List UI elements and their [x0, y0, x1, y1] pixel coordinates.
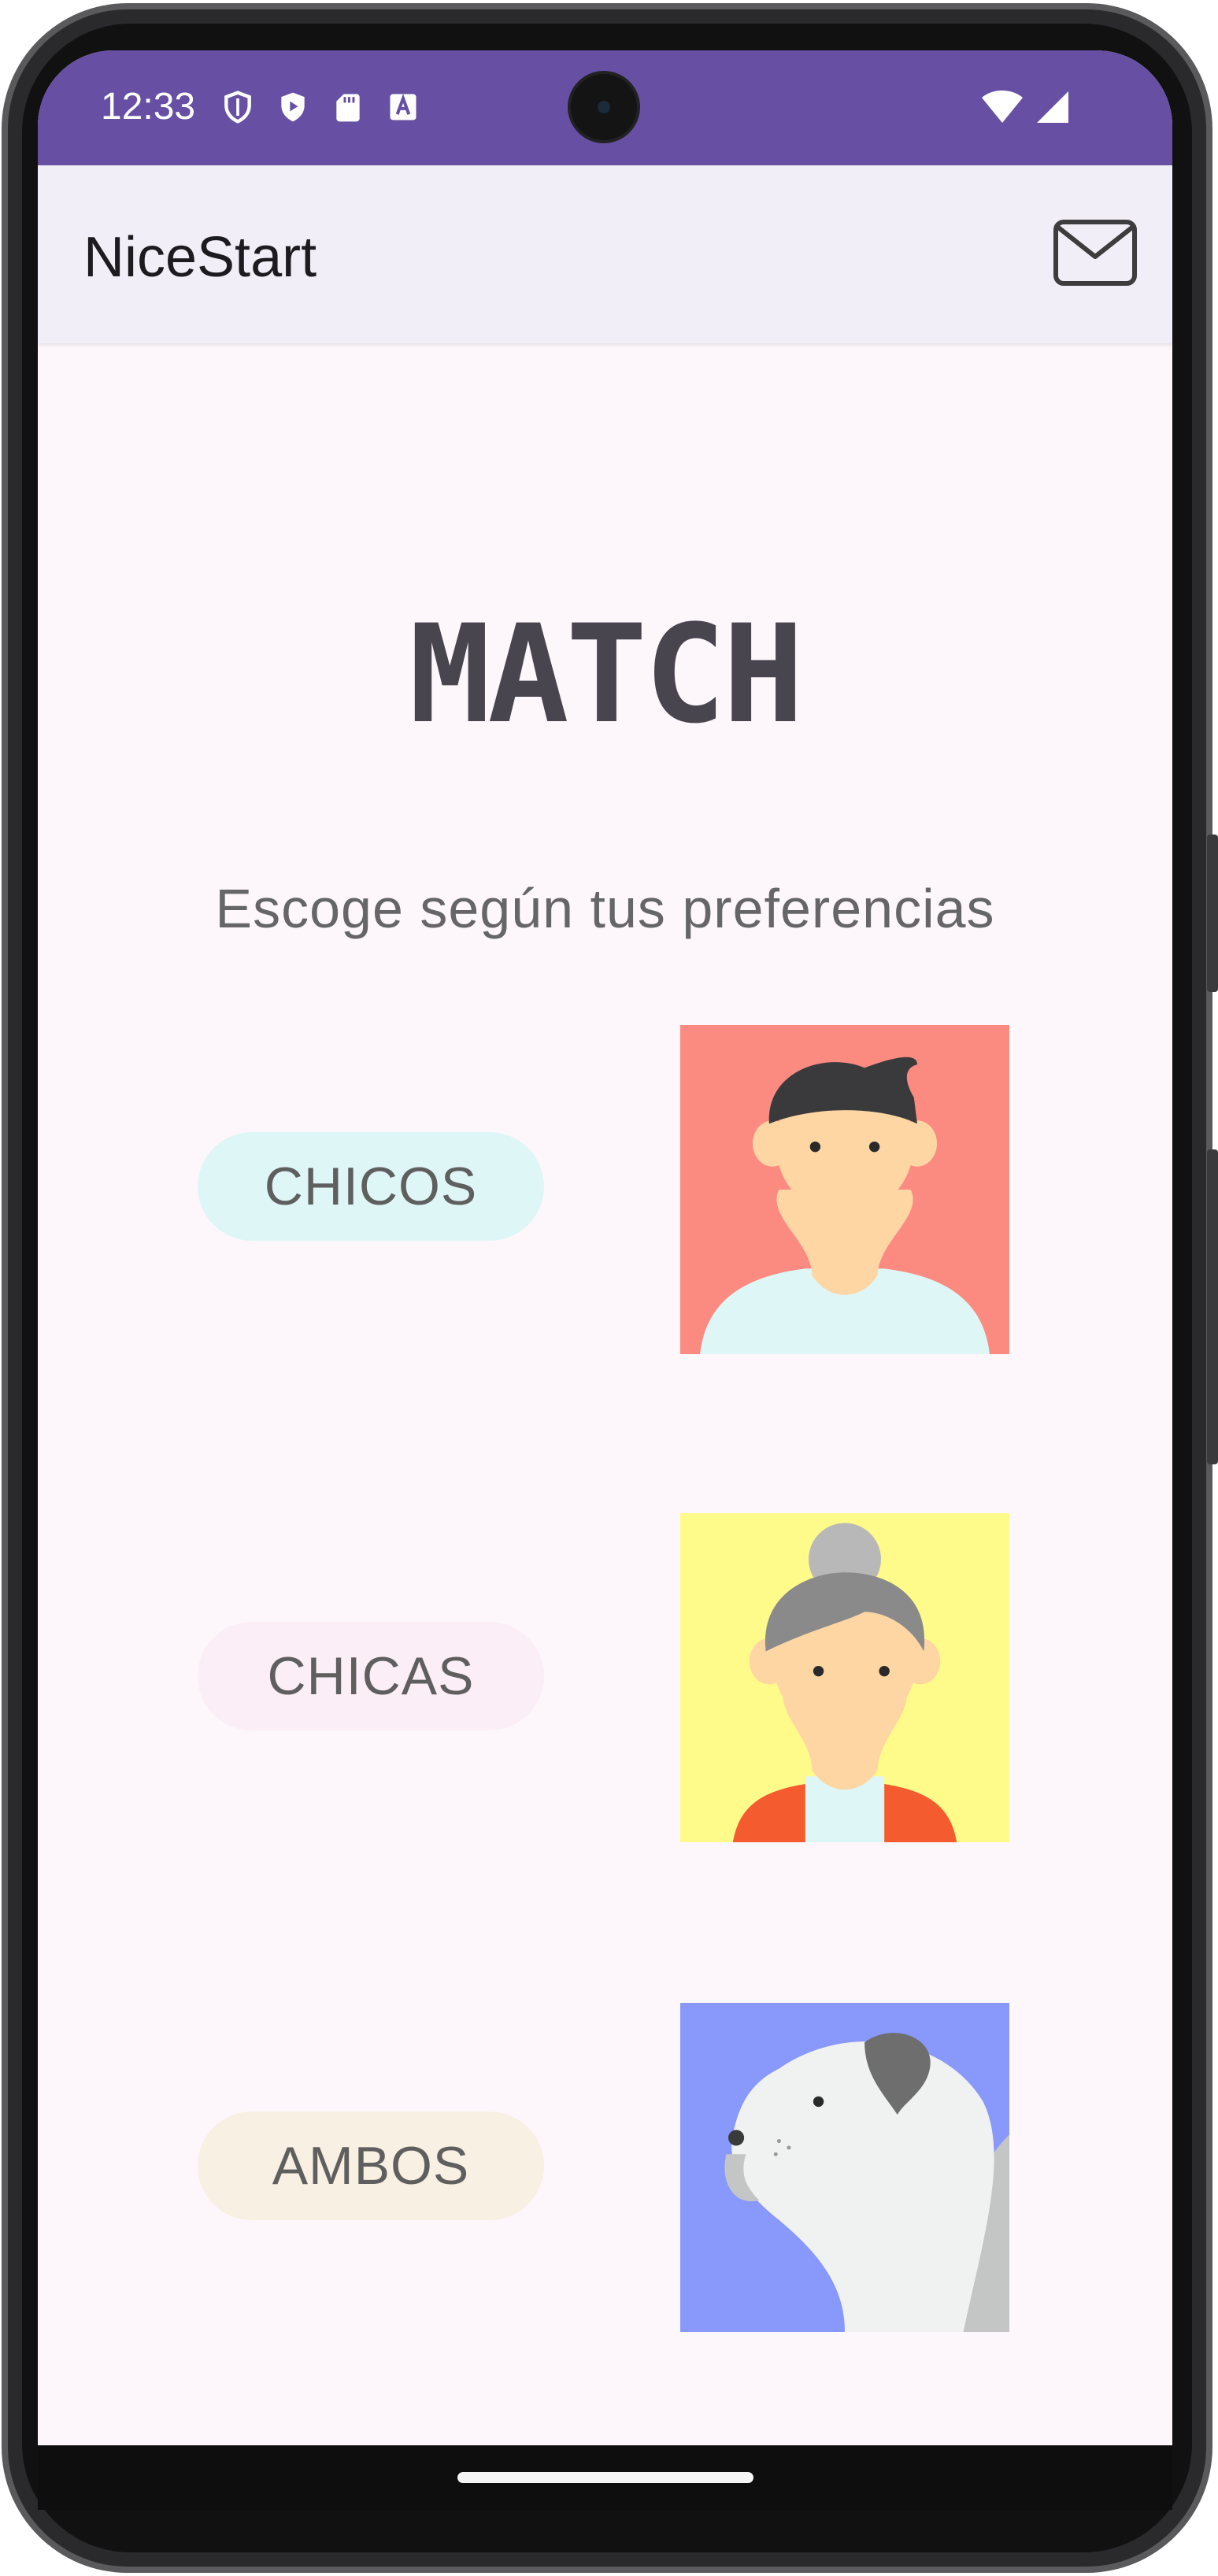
status-system-icons [980, 90, 1070, 124]
screen: 12:33 NiceStart MATCH Escoge según tus p… [38, 50, 1172, 2510]
status-bar: 12:33 [38, 50, 1172, 165]
page-subtitle: Escoge según tus preferencias [215, 878, 995, 939]
front-camera [571, 74, 637, 140]
mail-button[interactable] [1051, 217, 1139, 291]
app-bar: NiceStart [38, 165, 1172, 343]
grandma-avatar-image [679, 1513, 1010, 1842]
volume-button[interactable] [1207, 835, 1218, 992]
dog-avatar-icon [680, 2003, 1009, 2332]
chicas-button[interactable]: CHICAS [198, 1622, 544, 1730]
mail-icon [1053, 219, 1138, 291]
page-title: MATCH [409, 595, 805, 753]
play-protect-icon [276, 90, 310, 124]
app-title: NiceStart [83, 226, 317, 289]
boy-avatar-image [679, 1025, 1010, 1354]
navigation-bar [38, 2445, 1172, 2510]
shield-outline-icon [220, 90, 255, 124]
status-notification-icons [220, 90, 420, 124]
accessibility-a-icon [386, 90, 420, 124]
wifi-icon [980, 90, 1024, 124]
power-button[interactable] [1207, 1149, 1218, 1464]
home-gesture-handle[interactable] [457, 2472, 753, 2483]
status-time: 12:33 [101, 86, 196, 128]
boy-avatar-icon [680, 1025, 1009, 1354]
dog-avatar-image [679, 2003, 1010, 2332]
phone-device: 12:33 NiceStart MATCH Escoge según tus p… [0, 0, 1218, 2576]
sd-card-icon [331, 90, 365, 124]
grandma-avatar-icon [680, 1513, 1009, 1842]
main-content: MATCH Escoge según tus preferencias CHIC… [38, 343, 1172, 2493]
chicos-button[interactable]: CHICOS [198, 1132, 544, 1241]
cell-signal-icon [1032, 90, 1070, 124]
ambos-button[interactable]: AMBOS [198, 2112, 544, 2220]
